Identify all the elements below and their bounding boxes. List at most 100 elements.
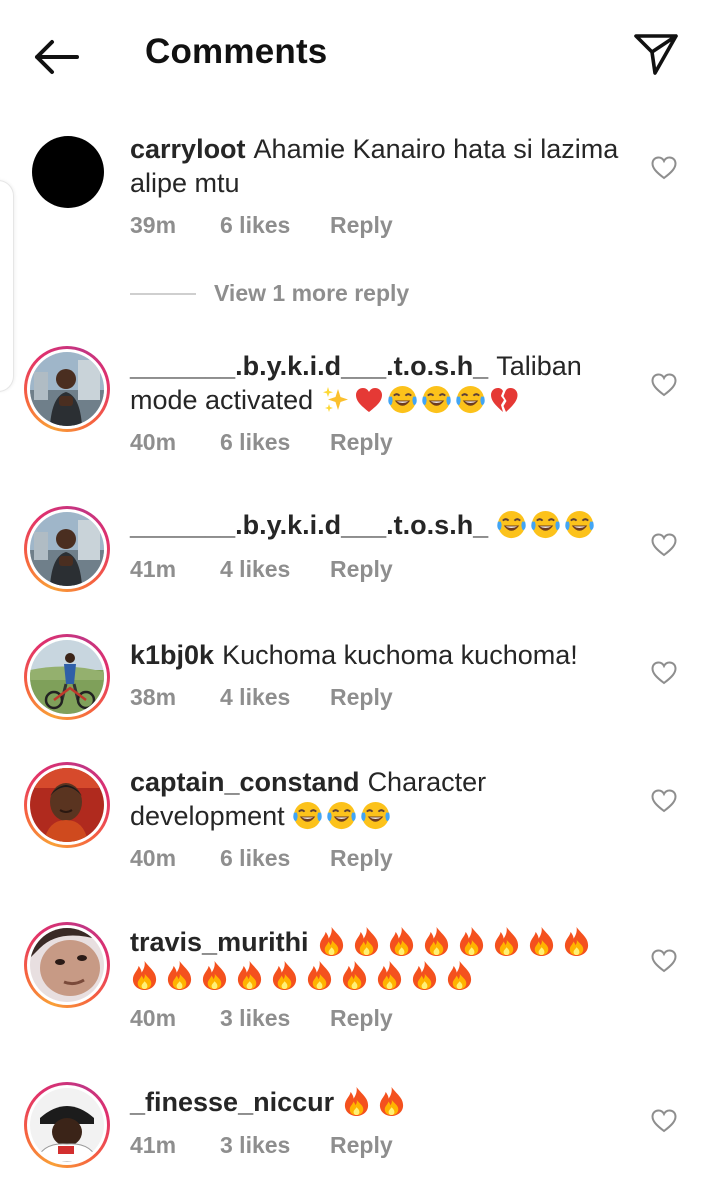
heart-icon[interactable] — [650, 947, 678, 975]
comment-meta: 40m 6 likes Reply — [130, 429, 393, 456]
heart-icon[interactable] — [650, 787, 678, 815]
tears-of-joy-icon — [387, 384, 418, 415]
reply-button[interactable]: Reply — [330, 1005, 393, 1032]
paper-plane-icon — [634, 34, 678, 75]
comment-time: 41m — [130, 556, 177, 582]
heart-icon[interactable] — [650, 154, 678, 182]
tears-of-joy-icon — [455, 384, 486, 415]
sparkles-icon — [321, 385, 351, 415]
comment-body: travis_murithi — [130, 925, 630, 993]
comment-meta: 38m 4 likes Reply — [130, 684, 393, 711]
comment-body: _finesse_niccur — [130, 1085, 630, 1119]
fire-icon — [422, 926, 451, 957]
comment-time: 40m — [130, 845, 177, 871]
comment-likes[interactable]: 4 likes — [220, 684, 330, 711]
comment-likes[interactable]: 3 likes — [220, 1005, 330, 1032]
fire-icon — [410, 960, 439, 991]
arrow-left-icon — [35, 40, 79, 74]
fire-icon — [492, 926, 521, 957]
reply-button[interactable]: Reply — [330, 556, 393, 583]
comment-meta: 40m 6 likes Reply — [130, 845, 393, 872]
fire-icon — [340, 960, 369, 991]
comment-likes[interactable]: 6 likes — [220, 845, 330, 872]
fire-icon — [342, 1086, 371, 1117]
comment-meta: 39m 6 likes Reply — [130, 212, 393, 239]
avatar — [30, 512, 104, 586]
avatar — [30, 1088, 104, 1162]
tears-of-joy-icon — [292, 800, 323, 831]
reply-button[interactable]: Reply — [330, 684, 393, 711]
fire-icon — [562, 926, 591, 957]
avatar-story-ring[interactable] — [24, 762, 110, 848]
comment-username[interactable]: carryloot — [130, 134, 246, 164]
comment-time: 41m — [130, 1132, 177, 1158]
fire-icon — [375, 960, 404, 991]
fire-icon — [317, 926, 346, 957]
comment-username[interactable]: k1bj0k — [130, 640, 214, 670]
red-heart-icon — [354, 385, 384, 415]
reply-button[interactable]: Reply — [330, 212, 393, 239]
fire-icon — [165, 960, 194, 991]
comment-username[interactable]: captain_constand — [130, 767, 360, 797]
heart-icon[interactable] — [650, 531, 678, 559]
fire-icon — [377, 1086, 406, 1117]
tears-of-joy-icon — [496, 509, 527, 540]
back-button[interactable] — [30, 34, 84, 80]
comment-meta: 41m 3 likes Reply — [130, 1132, 393, 1159]
fire-icon — [387, 926, 416, 957]
fire-icon — [270, 960, 299, 991]
comment-body: carryloot Ahamie Kanairo hata si lazima a… — [130, 132, 630, 200]
broken-heart-icon — [489, 385, 519, 415]
fire-icon — [200, 960, 229, 991]
comment-time: 40m — [130, 1005, 177, 1031]
comment-time: 38m — [130, 684, 177, 710]
page-title: Comments — [145, 32, 328, 71]
avatar — [30, 928, 104, 1002]
comment-time: 39m — [130, 212, 177, 238]
comment-username[interactable]: _______.b.y.k.i.d___.t.o.s.h_ — [130, 351, 488, 381]
header: Comments — [0, 0, 720, 110]
comment-username[interactable]: _______.b.y.k.i.d___.t.o.s.h_ — [130, 510, 488, 540]
avatar-story-ring[interactable] — [24, 346, 110, 432]
tears-of-joy-icon — [530, 509, 561, 540]
comment-username[interactable]: travis_murithi — [130, 927, 309, 957]
fire-icon — [235, 960, 264, 991]
reply-button[interactable]: Reply — [330, 429, 393, 456]
comment-username[interactable]: _finesse_niccur — [130, 1087, 334, 1117]
comment-text: Kuchoma kuchoma kuchoma! — [222, 640, 578, 670]
comment-time: 40m — [130, 429, 177, 455]
fire-icon — [457, 926, 486, 957]
fire-icon — [352, 926, 381, 957]
avatar[interactable] — [32, 136, 104, 208]
avatar-story-ring[interactable] — [24, 1082, 110, 1168]
comment-likes[interactable]: 4 likes — [220, 556, 330, 583]
heart-icon[interactable] — [650, 371, 678, 399]
tears-of-joy-icon — [326, 800, 357, 831]
reply-button[interactable]: Reply — [330, 1132, 393, 1159]
tears-of-joy-icon — [360, 800, 391, 831]
avatar — [30, 640, 104, 714]
comment-likes[interactable]: 6 likes — [220, 212, 330, 239]
avatar-story-ring[interactable] — [24, 506, 110, 592]
fire-icon — [305, 960, 334, 991]
view-more-replies-label[interactable]: View 1 more reply — [214, 280, 409, 307]
comment-likes[interactable]: 6 likes — [220, 429, 330, 456]
heart-icon[interactable] — [650, 659, 678, 687]
avatar — [30, 352, 104, 426]
avatar-story-ring[interactable] — [24, 922, 110, 1008]
comment-body: _______.b.y.k.i.d___.t.o.s.h_ — [130, 508, 630, 542]
reply-button[interactable]: Reply — [330, 845, 393, 872]
fire-icon — [527, 926, 556, 957]
heart-icon[interactable] — [650, 1107, 678, 1135]
comment-likes[interactable]: 3 likes — [220, 1132, 330, 1159]
fire-icon — [130, 960, 159, 991]
comment-meta: 40m 3 likes Reply — [130, 1005, 393, 1032]
view-more-replies[interactable]: View 1 more reply — [130, 280, 409, 307]
avatar — [30, 768, 104, 842]
share-button[interactable] — [630, 28, 682, 80]
comment-body: captain_constand Character development — [130, 765, 630, 833]
edge-panel-handle[interactable] — [0, 180, 14, 392]
comment-body: _______.b.y.k.i.d___.t.o.s.h_ Taliban mod… — [130, 349, 630, 417]
avatar-story-ring[interactable] — [24, 634, 110, 720]
tears-of-joy-icon — [421, 384, 452, 415]
